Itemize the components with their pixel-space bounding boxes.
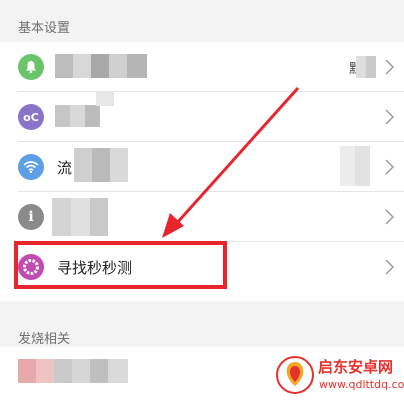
watermark: 启东安卓网 www.qdlttdq.com [272,352,404,400]
watermark-title: 启东安卓网 [318,358,394,376]
watermark-logo-icon [276,356,314,394]
highlight-box [14,241,227,289]
watermark-url: www.qdlttdq.com [319,378,404,391]
annotation-arrow [162,86,300,238]
